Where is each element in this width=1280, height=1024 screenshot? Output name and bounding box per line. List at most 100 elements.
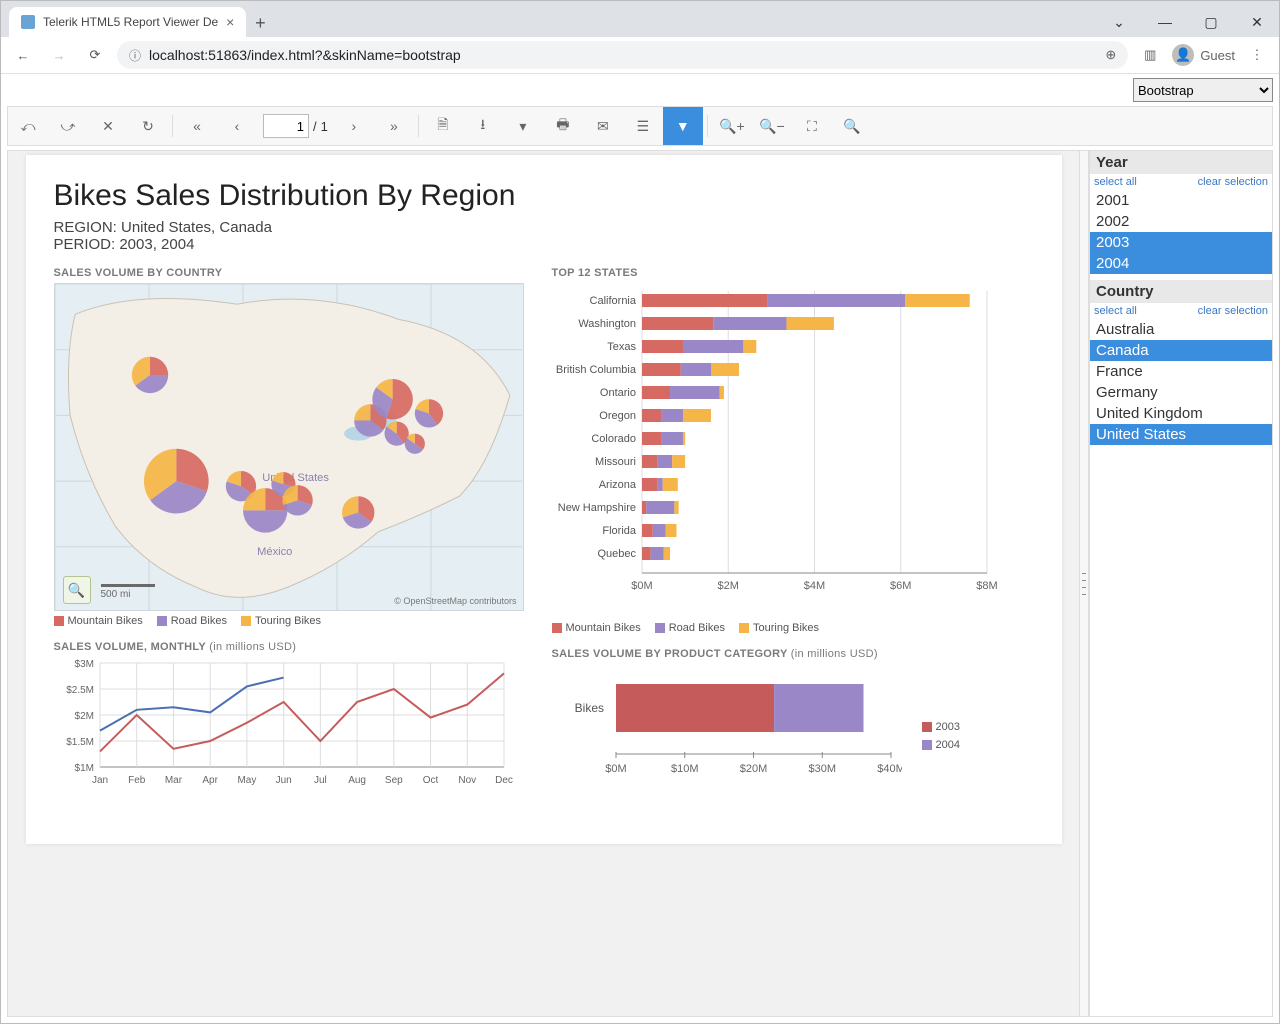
favicon-icon: [21, 15, 35, 29]
year-option[interactable]: 2002: [1090, 211, 1272, 232]
param-year-title: Year: [1090, 151, 1272, 174]
maximize-button[interactable]: ▢: [1189, 7, 1233, 37]
country-option[interactable]: Australia: [1090, 319, 1272, 340]
svg-text:$8M: $8M: [976, 580, 997, 592]
svg-text:Jun: Jun: [275, 775, 291, 786]
toggle-parameters-button[interactable]: ▼: [663, 107, 703, 145]
export-dropdown[interactable]: ▾: [503, 107, 543, 145]
year-option[interactable]: 2003: [1090, 232, 1272, 253]
svg-text:New Hampshire: New Hampshire: [557, 502, 635, 514]
svg-text:Apr: Apr: [202, 775, 218, 786]
forward-button[interactable]: →: [45, 41, 73, 69]
svg-text:Oct: Oct: [422, 775, 438, 786]
year-option[interactable]: 2004: [1090, 253, 1272, 274]
page-total: 1: [321, 119, 328, 134]
svg-text:$2M: $2M: [717, 580, 738, 592]
search-button[interactable]: 🔍: [832, 107, 872, 145]
year-clear-selection[interactable]: clear selection: [1198, 176, 1268, 188]
map-section-title: SALES VOLUME BY COUNTRY: [54, 267, 524, 279]
report-page: Bikes Sales Distribution By Region REGIO…: [26, 155, 1062, 844]
zoom-icon[interactable]: ⊕: [1105, 47, 1116, 63]
svg-text:Colorado: Colorado: [591, 433, 636, 445]
param-country-title: Country: [1090, 280, 1272, 303]
document-map-button[interactable]: ☰: [623, 107, 663, 145]
year-select-all[interactable]: select all: [1094, 176, 1137, 188]
toggle-fit-button[interactable]: ⛶: [792, 107, 832, 145]
svg-text:Florida: Florida: [602, 525, 637, 537]
svg-text:$30M: $30M: [808, 763, 836, 775]
first-page-button[interactable]: «: [177, 107, 217, 145]
country-option[interactable]: United Kingdom: [1090, 403, 1272, 424]
side-panel-icon[interactable]: ▥: [1136, 41, 1164, 69]
close-window-button[interactable]: ✕: [1235, 7, 1279, 37]
svg-text:California: California: [589, 295, 636, 307]
browser-tabstrip: Telerik HTML5 Report Viewer De × + ⌄ — ▢…: [1, 1, 1279, 37]
close-tab-button[interactable]: ×: [226, 14, 234, 30]
map-zoom-icon[interactable]: 🔍: [63, 576, 91, 604]
chevron-down-icon[interactable]: ⌄: [1097, 7, 1141, 37]
sales-map[interactable]: United States México 🔍 500 mi: [54, 283, 524, 611]
country-clear-selection[interactable]: clear selection: [1198, 305, 1268, 317]
svg-text:Jan: Jan: [91, 775, 107, 786]
map-legend: Mountain Bikes Road Bikes Touring Bikes: [54, 615, 524, 627]
skin-select[interactable]: Bootstrap: [1133, 78, 1273, 102]
map-scale: 500 mi: [101, 584, 155, 600]
country-option[interactable]: United States: [1090, 424, 1272, 445]
map-label-mx: México: [257, 546, 292, 558]
svg-text:Washington: Washington: [578, 318, 636, 330]
svg-text:$2M: $2M: [74, 711, 93, 722]
print-button[interactable]: 🖶: [543, 107, 583, 145]
next-page-button[interactable]: ›: [334, 107, 374, 145]
nav-forward-button[interactable]: ⤻: [48, 107, 88, 145]
send-mail-button[interactable]: ✉: [583, 107, 623, 145]
map-svg: United States México: [55, 284, 523, 611]
svg-text:$20M: $20M: [739, 763, 767, 775]
back-button[interactable]: ←: [9, 41, 37, 69]
monthly-chart: $1M$1.5M$2M$2.5M$3MJanFebMarAprMayJunJul…: [54, 657, 514, 797]
country-option[interactable]: Canada: [1090, 340, 1272, 361]
states-legend: Mountain Bikes Road Bikes Touring Bikes: [552, 622, 1014, 634]
stop-button[interactable]: ✕: [88, 107, 128, 145]
svg-text:Oregon: Oregon: [599, 410, 636, 422]
svg-text:Mar: Mar: [164, 775, 182, 786]
svg-text:Ontario: Ontario: [599, 387, 635, 399]
address-bar[interactable]: ⓘ localhost:51863/index.html?&skinName=b…: [117, 41, 1128, 69]
new-tab-button[interactable]: +: [246, 9, 274, 37]
page-input[interactable]: [263, 114, 309, 138]
svg-text:$10M: $10M: [670, 763, 698, 775]
svg-text:$0M: $0M: [605, 763, 626, 775]
kebab-menu-icon[interactable]: ⋮: [1243, 41, 1271, 69]
period-line: PERIOD: 2003, 2004: [54, 236, 1034, 253]
refresh-button[interactable]: ↻: [128, 107, 168, 145]
svg-text:$6M: $6M: [890, 580, 911, 592]
report-viewport[interactable]: Bikes Sales Distribution By Region REGIO…: [8, 151, 1079, 1016]
zoom-in-button[interactable]: 🔍+: [712, 107, 752, 145]
svg-text:Nov: Nov: [458, 775, 476, 786]
svg-text:May: May: [237, 775, 256, 786]
guest-profile[interactable]: 👤 Guest: [1172, 44, 1235, 66]
page-setup-button[interactable]: 🗎: [423, 107, 463, 145]
svg-text:Texas: Texas: [607, 341, 636, 353]
category-section-title: SALES VOLUME BY PRODUCT CATEGORY (in mil…: [552, 648, 1014, 660]
svg-text:Arizona: Arizona: [598, 479, 636, 491]
params-resize-handle[interactable]: [1079, 151, 1089, 1016]
nav-back-button[interactable]: ⤺: [8, 107, 48, 145]
zoom-out-button[interactable]: 🔍−: [752, 107, 792, 145]
export-button[interactable]: ⭳: [463, 107, 503, 145]
svg-text:Bikes: Bikes: [574, 701, 603, 715]
country-option[interactable]: France: [1090, 361, 1272, 382]
browser-tab[interactable]: Telerik HTML5 Report Viewer De ×: [9, 7, 246, 37]
svg-text:$3M: $3M: [74, 659, 93, 670]
country-select-all[interactable]: select all: [1094, 305, 1137, 317]
country-option[interactable]: Germany: [1090, 382, 1272, 403]
tab-title: Telerik HTML5 Report Viewer De: [43, 15, 218, 29]
site-info-icon[interactable]: ⓘ: [129, 47, 141, 64]
prev-page-button[interactable]: ‹: [217, 107, 257, 145]
svg-text:Aug: Aug: [348, 775, 366, 786]
minimize-button[interactable]: —: [1143, 7, 1187, 37]
reload-button[interactable]: ⟳: [81, 41, 109, 69]
last-page-button[interactable]: »: [374, 107, 414, 145]
region-line: REGION: United States, Canada: [54, 219, 1034, 236]
svg-text:$4M: $4M: [803, 580, 824, 592]
year-option[interactable]: 2001: [1090, 190, 1272, 211]
